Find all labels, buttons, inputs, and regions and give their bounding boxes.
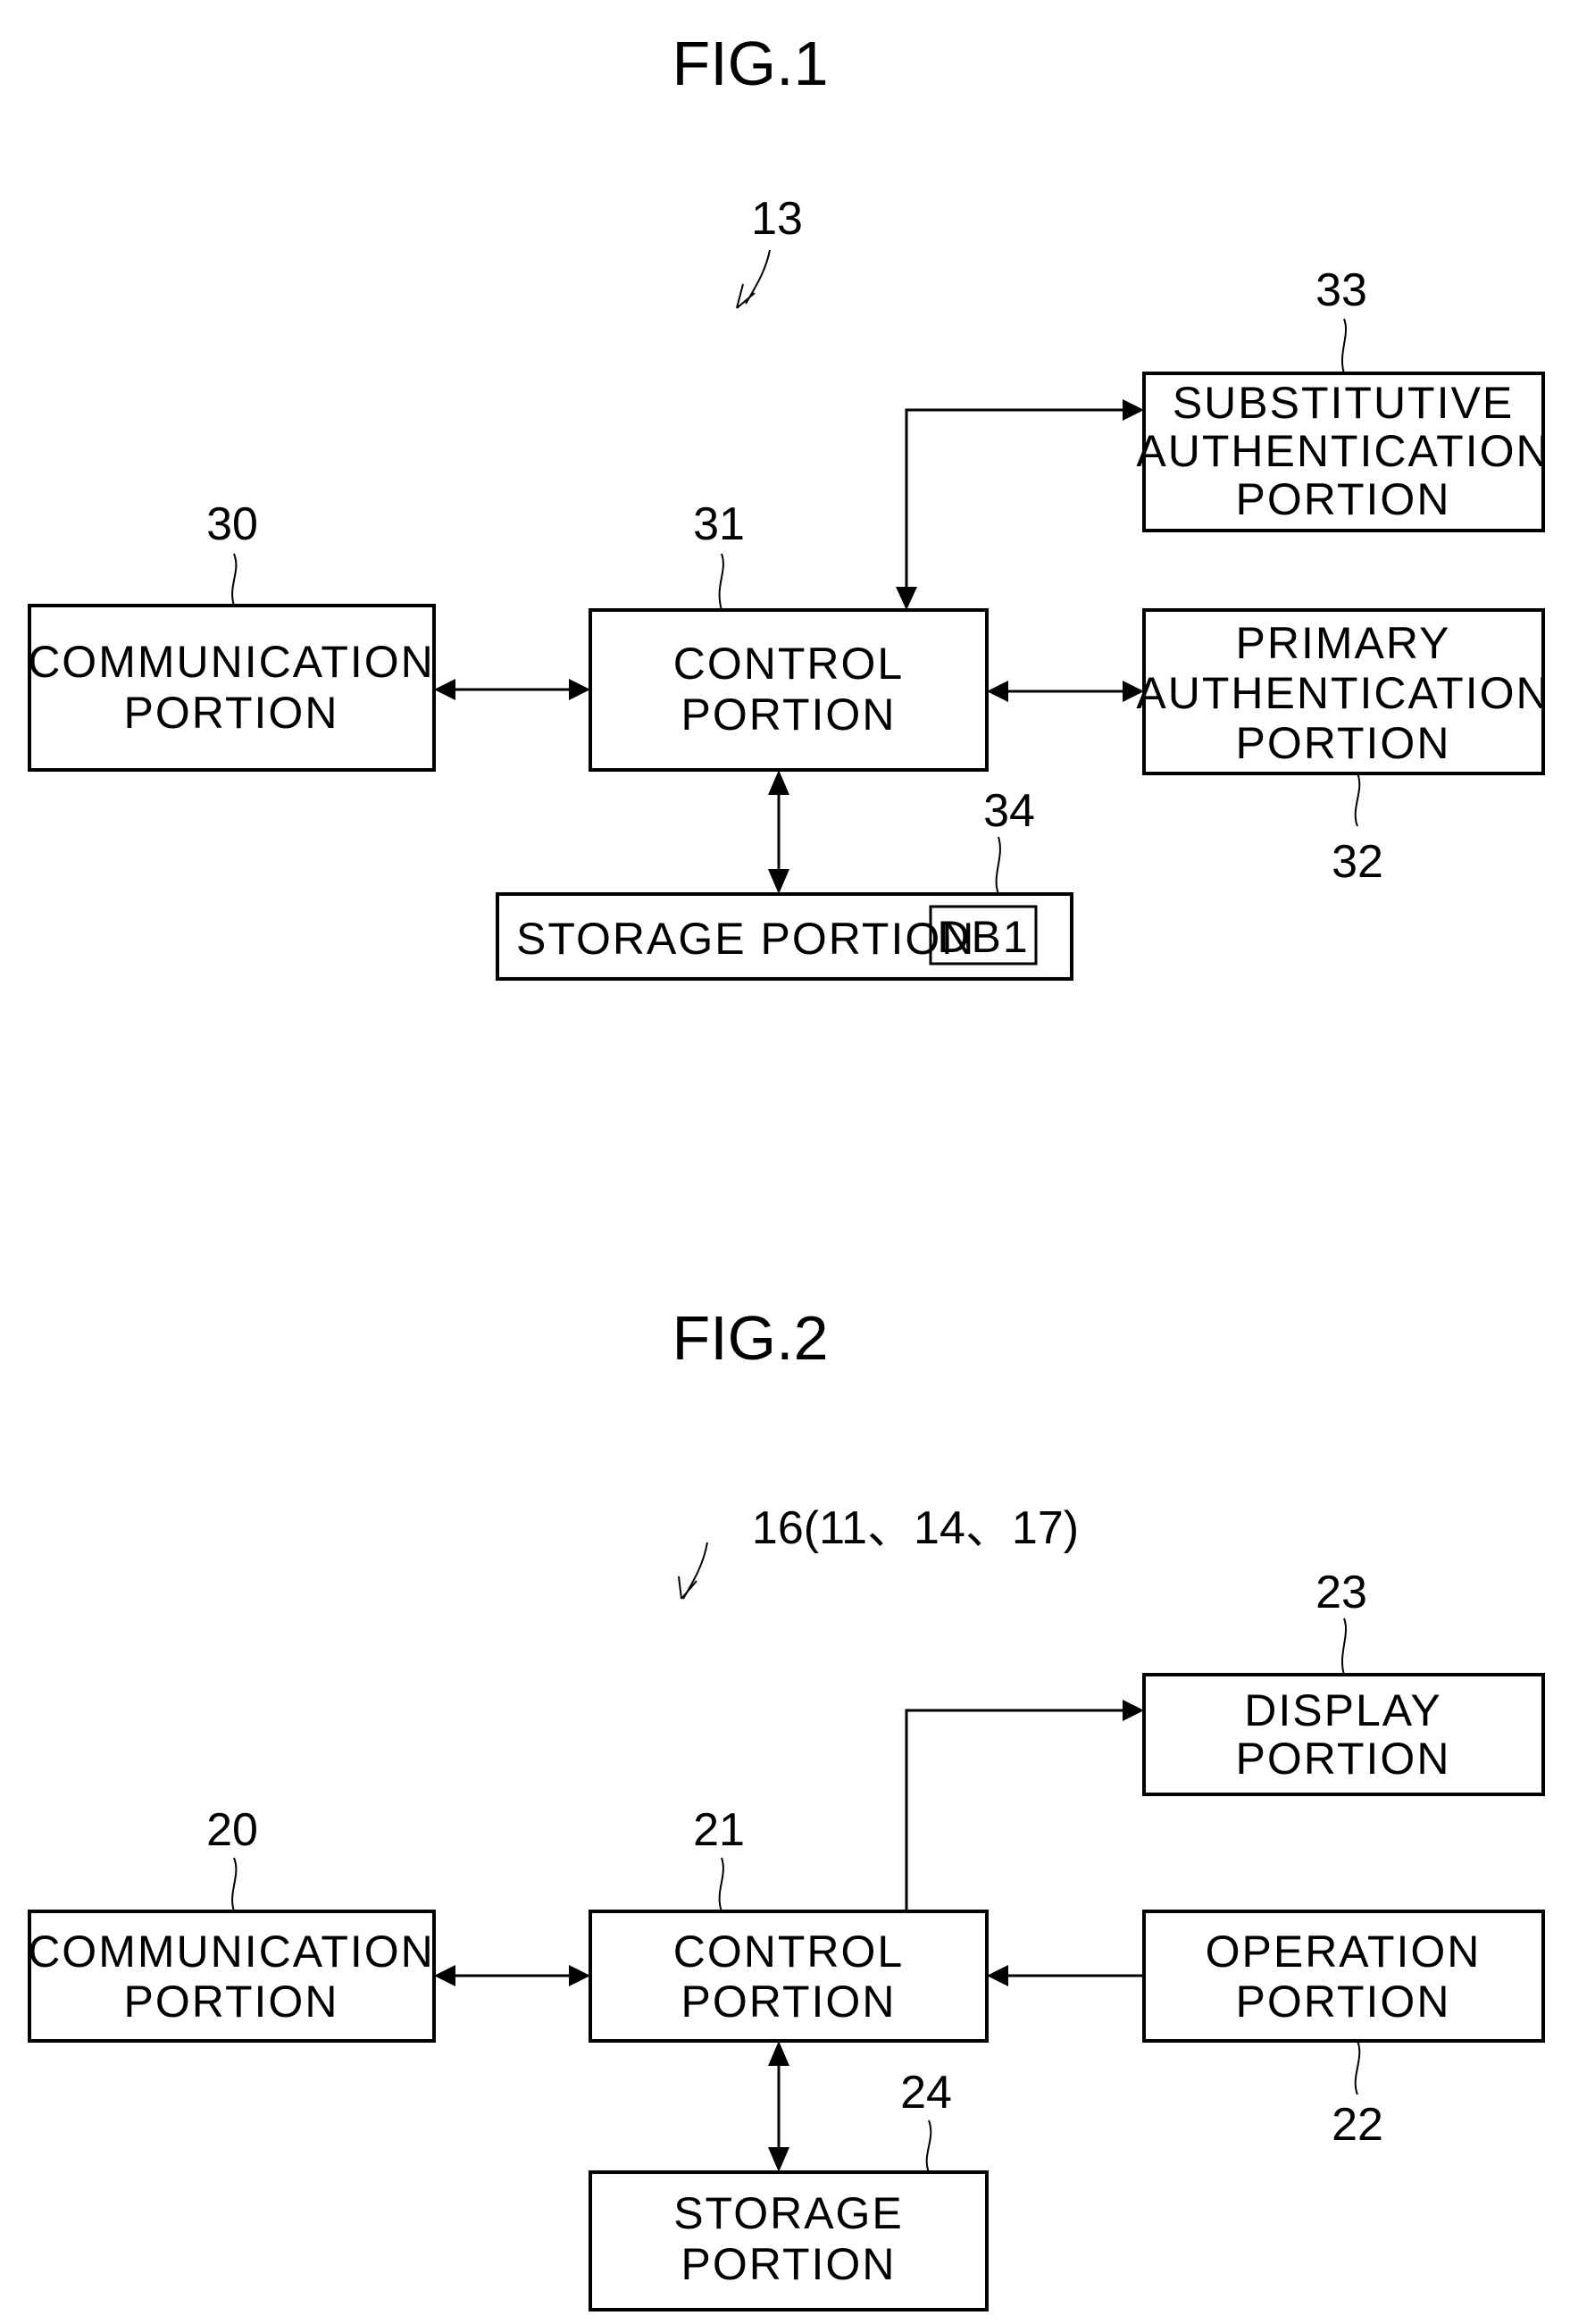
database-db1-label: DB1 xyxy=(937,912,1029,962)
figure-2-title: FIG.2 xyxy=(672,1303,828,1373)
arrowhead-icon xyxy=(1123,1700,1144,1721)
arrowhead-icon xyxy=(987,681,1008,702)
device-pointer-arrow-icon xyxy=(736,249,771,309)
ref-34: 34 xyxy=(983,785,1035,837)
operation-portion-block: OPERATION PORTION xyxy=(1142,1910,1545,2043)
arrowhead-icon xyxy=(768,2147,789,2172)
block-label-line: STORAGE xyxy=(673,2188,904,2238)
block-label-line: PORTION xyxy=(681,690,897,740)
leader-line xyxy=(1354,2040,1361,2095)
figure-1-title: FIG.1 xyxy=(672,29,828,98)
primary-authentication-portion-block: PRIMARY AUTHENTICATION PORTION xyxy=(1136,608,1549,775)
communication-portion-block: COMMUNICATION PORTION xyxy=(28,604,436,772)
ref-32: 32 xyxy=(1332,836,1383,888)
block-label-line: PORTION xyxy=(124,1977,339,2027)
device-pointer-arrow-icon xyxy=(678,1542,708,1600)
block-label-line: SUBSTITUTIVE xyxy=(1173,378,1514,428)
device-ref-13: 13 xyxy=(751,193,803,245)
leader-line xyxy=(1340,318,1348,374)
block-label-line: PORTION xyxy=(681,1977,897,2027)
block-label-line: COMMUNICATION xyxy=(28,1927,435,1977)
communication-portion-block: COMMUNICATION PORTION xyxy=(28,1910,436,2043)
ref-20: 20 xyxy=(206,1804,258,1856)
connector-control-storage xyxy=(768,770,789,894)
leader-line xyxy=(718,553,724,611)
figure-2: FIG.2 16(11、14、17) COMMUNICATION PORTION… xyxy=(28,1303,1545,2311)
device-ref-16: 16(11、14、17) xyxy=(752,1502,1079,1554)
arrowhead-icon xyxy=(768,2041,789,2066)
control-portion-block: CONTROL PORTION xyxy=(589,1910,989,2043)
storage-portion-block: STORAGE PORTION xyxy=(589,2170,989,2311)
block-label-line: PORTION xyxy=(1236,1977,1451,2027)
leader-line xyxy=(1354,773,1361,827)
connector-operation-to-control xyxy=(987,1965,1144,1986)
connector-control-to-display xyxy=(905,1700,1144,1911)
connector-control-substitutive-auth xyxy=(896,399,1144,610)
leader-line xyxy=(1340,1618,1348,1676)
connector-control-storage xyxy=(768,2041,789,2172)
leader-line xyxy=(231,1857,238,1912)
display-portion-block: DISPLAY PORTION xyxy=(1142,1673,1545,1796)
arrowhead-icon xyxy=(569,1965,590,1986)
block-label-line: PORTION xyxy=(1236,1734,1451,1784)
block-label-line: OPERATION xyxy=(1206,1927,1482,1977)
ref-31: 31 xyxy=(693,498,745,550)
leader-line xyxy=(718,1857,724,1912)
arrowhead-icon xyxy=(987,1965,1008,1986)
arrowhead-icon xyxy=(768,869,789,894)
block-label-line: DISPLAY xyxy=(1244,1685,1442,1735)
leader-line xyxy=(995,836,1001,895)
ref-22: 22 xyxy=(1332,2099,1383,2151)
block-label-line: AUTHENTICATION xyxy=(1136,426,1549,476)
arrowhead-icon xyxy=(434,679,455,700)
block-label-line: PRIMARY xyxy=(1236,618,1451,668)
arrowhead-icon xyxy=(896,587,917,610)
arrowhead-icon xyxy=(434,1965,455,1986)
ref-33: 33 xyxy=(1315,264,1367,316)
substitutive-authentication-portion-block: SUBSTITUTIVE AUTHENTICATION PORTION xyxy=(1136,372,1549,532)
arrowhead-icon xyxy=(1123,399,1144,421)
block-label-line: CONTROL xyxy=(673,1927,904,1977)
block-label-line: PORTION xyxy=(1236,474,1451,524)
block-label-line: STORAGE PORTION xyxy=(516,914,975,964)
arrowhead-icon xyxy=(768,770,789,795)
ref-24: 24 xyxy=(900,2067,952,2119)
ref-23: 23 xyxy=(1315,1567,1367,1618)
leader-line xyxy=(925,2119,932,2173)
block-label-line: PORTION xyxy=(1236,718,1451,768)
ref-21: 21 xyxy=(693,1804,745,1856)
leader-line xyxy=(231,553,238,606)
block-label-line: PORTION xyxy=(681,2239,897,2289)
connector-communication-control xyxy=(434,679,590,700)
figure-1: FIG.1 13 COMMUNICATION PORTION 30 CONTRO… xyxy=(28,29,1549,981)
storage-portion-block: STORAGE PORTION DB1 xyxy=(496,892,1073,981)
block-label-line: PORTION xyxy=(124,688,339,738)
connector-communication-control xyxy=(434,1965,590,1986)
block-label-line: COMMUNICATION xyxy=(28,637,435,687)
patent-drawing-sheet: FIG.1 13 COMMUNICATION PORTION 30 CONTRO… xyxy=(28,29,1549,2311)
block-label-line: CONTROL xyxy=(673,639,904,689)
ref-30: 30 xyxy=(206,498,258,550)
connector-control-primary-auth xyxy=(987,681,1144,702)
control-portion-block: CONTROL PORTION xyxy=(589,608,989,772)
arrowhead-icon xyxy=(569,679,590,700)
block-label-line: AUTHENTICATION xyxy=(1136,668,1549,718)
